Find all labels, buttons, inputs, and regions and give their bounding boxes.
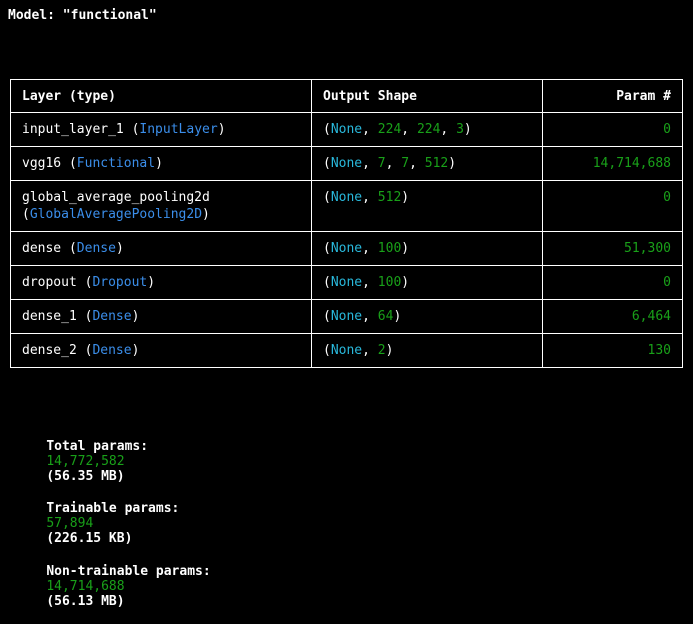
layer-type: Dense	[92, 309, 132, 324]
layer-type: Functional	[76, 156, 156, 171]
table-row: global_average_pooling2d (GlobalAverageP…	[10, 180, 683, 232]
shape-dim: 3	[456, 122, 464, 137]
output-shape-cell: (None, 100)	[311, 265, 543, 300]
shape-dim: 64	[377, 309, 394, 324]
param-count-cell: 51,300	[542, 231, 683, 266]
shape-dim: 224	[377, 122, 402, 137]
layer-cell: dropout (Dropout)	[10, 265, 312, 300]
param-count-cell: 0	[542, 180, 683, 232]
shape-batch-dim: None	[330, 309, 363, 324]
output-shape-cell: (None, 7, 7, 512)	[311, 146, 543, 181]
shape-batch-dim: None	[330, 241, 363, 256]
table-row: vgg16 (Functional) (None, 7, 7, 512) 14,71…	[10, 146, 683, 181]
shape-dim: 100	[377, 241, 402, 256]
shape-dim: 2	[377, 343, 386, 358]
table-row: dense_1 (Dense) (None, 64) 6,464	[10, 299, 683, 334]
shape-dim: 7	[377, 156, 386, 171]
shape-dim: 224	[416, 122, 441, 137]
table-row: input_layer_1 (InputLayer) (None, 224, 22…	[10, 112, 683, 147]
total-params-size: (56.35 MB)	[46, 469, 125, 484]
model-title: Model: "functional"	[8, 8, 157, 23]
shape-batch-dim: None	[330, 275, 363, 290]
layer-type: Dropout	[92, 275, 148, 290]
shape-batch-dim: None	[330, 156, 363, 171]
param-count-cell: 14,714,688	[542, 146, 683, 181]
output-shape-cell: (None, 100)	[311, 231, 543, 266]
layer-name: vgg16	[22, 156, 62, 171]
shape-dim: 100	[377, 275, 402, 290]
header-output-shape: Output Shape	[311, 79, 543, 113]
shape-batch-dim: None	[330, 190, 363, 205]
shape-dim: 7	[401, 156, 410, 171]
layer-cell: dense (Dense)	[10, 231, 312, 266]
param-count-cell: 6,464	[542, 299, 683, 334]
shape-batch-dim: None	[330, 343, 363, 358]
layer-type: GlobalAveragePooling2D	[29, 207, 203, 222]
layer-name: dropout	[22, 275, 77, 290]
layer-type: Dense	[76, 241, 116, 256]
non-trainable-params-label: Non-trainable params:	[46, 564, 211, 579]
table-row: dense (Dense) (None, 100) 51,300	[10, 231, 683, 266]
trainable-params-label: Trainable params:	[46, 501, 180, 516]
non-trainable-params-size: (56.13 MB)	[46, 594, 125, 609]
output-shape-cell: (None, 64)	[311, 299, 543, 334]
layer-name: dense	[22, 241, 62, 256]
header-layer-type: Layer (type)	[10, 79, 312, 113]
table-row: dropout (Dropout) (None, 100) 0	[10, 265, 683, 300]
shape-dim: 512	[377, 190, 402, 205]
non-trainable-params-value: 14,714,688	[46, 579, 125, 594]
param-count-cell: 0	[542, 112, 683, 147]
layer-cell: global_average_pooling2d (GlobalAverageP…	[10, 180, 312, 232]
layer-type: Dense	[92, 343, 132, 358]
layer-name: dense_2	[22, 343, 77, 358]
layer-type: InputLayer	[139, 122, 218, 137]
total-params-label: Total params:	[46, 439, 149, 454]
shape-dim: 512	[424, 156, 449, 171]
model-summary-table: Layer (type) Output Shape Param # input_…	[10, 79, 683, 368]
output-shape-cell: (None, 2)	[311, 333, 543, 368]
output-shape-cell: (None, 512)	[311, 180, 543, 232]
param-count-cell: 0	[542, 265, 683, 300]
layer-name: global_average_pooling2d	[22, 190, 210, 205]
param-count-cell: 130	[542, 333, 683, 368]
table-row: dense_2 (Dense) (None, 2) 130	[10, 333, 683, 368]
shape-batch-dim: None	[330, 122, 363, 137]
header-param-count: Param #	[542, 79, 683, 113]
trainable-params-size: (226.15 KB)	[46, 531, 133, 546]
layer-cell: input_layer_1 (InputLayer)	[10, 112, 312, 147]
trainable-params-value: 57,894	[46, 516, 94, 531]
layer-cell: vgg16 (Functional)	[10, 146, 312, 181]
layer-name: input_layer_1	[22, 122, 124, 137]
total-params-value: 14,772,582	[46, 454, 125, 469]
table-header-row: Layer (type) Output Shape Param #	[10, 79, 683, 113]
non-trainable-params-line: Non-trainable params: 14,714,688 (56.13 …	[15, 549, 211, 624]
layer-cell: dense_2 (Dense)	[10, 333, 312, 368]
layer-cell: dense_1 (Dense)	[10, 299, 312, 334]
layer-name: dense_1	[22, 309, 77, 324]
output-shape-cell: (None, 224, 224, 3)	[311, 112, 543, 147]
